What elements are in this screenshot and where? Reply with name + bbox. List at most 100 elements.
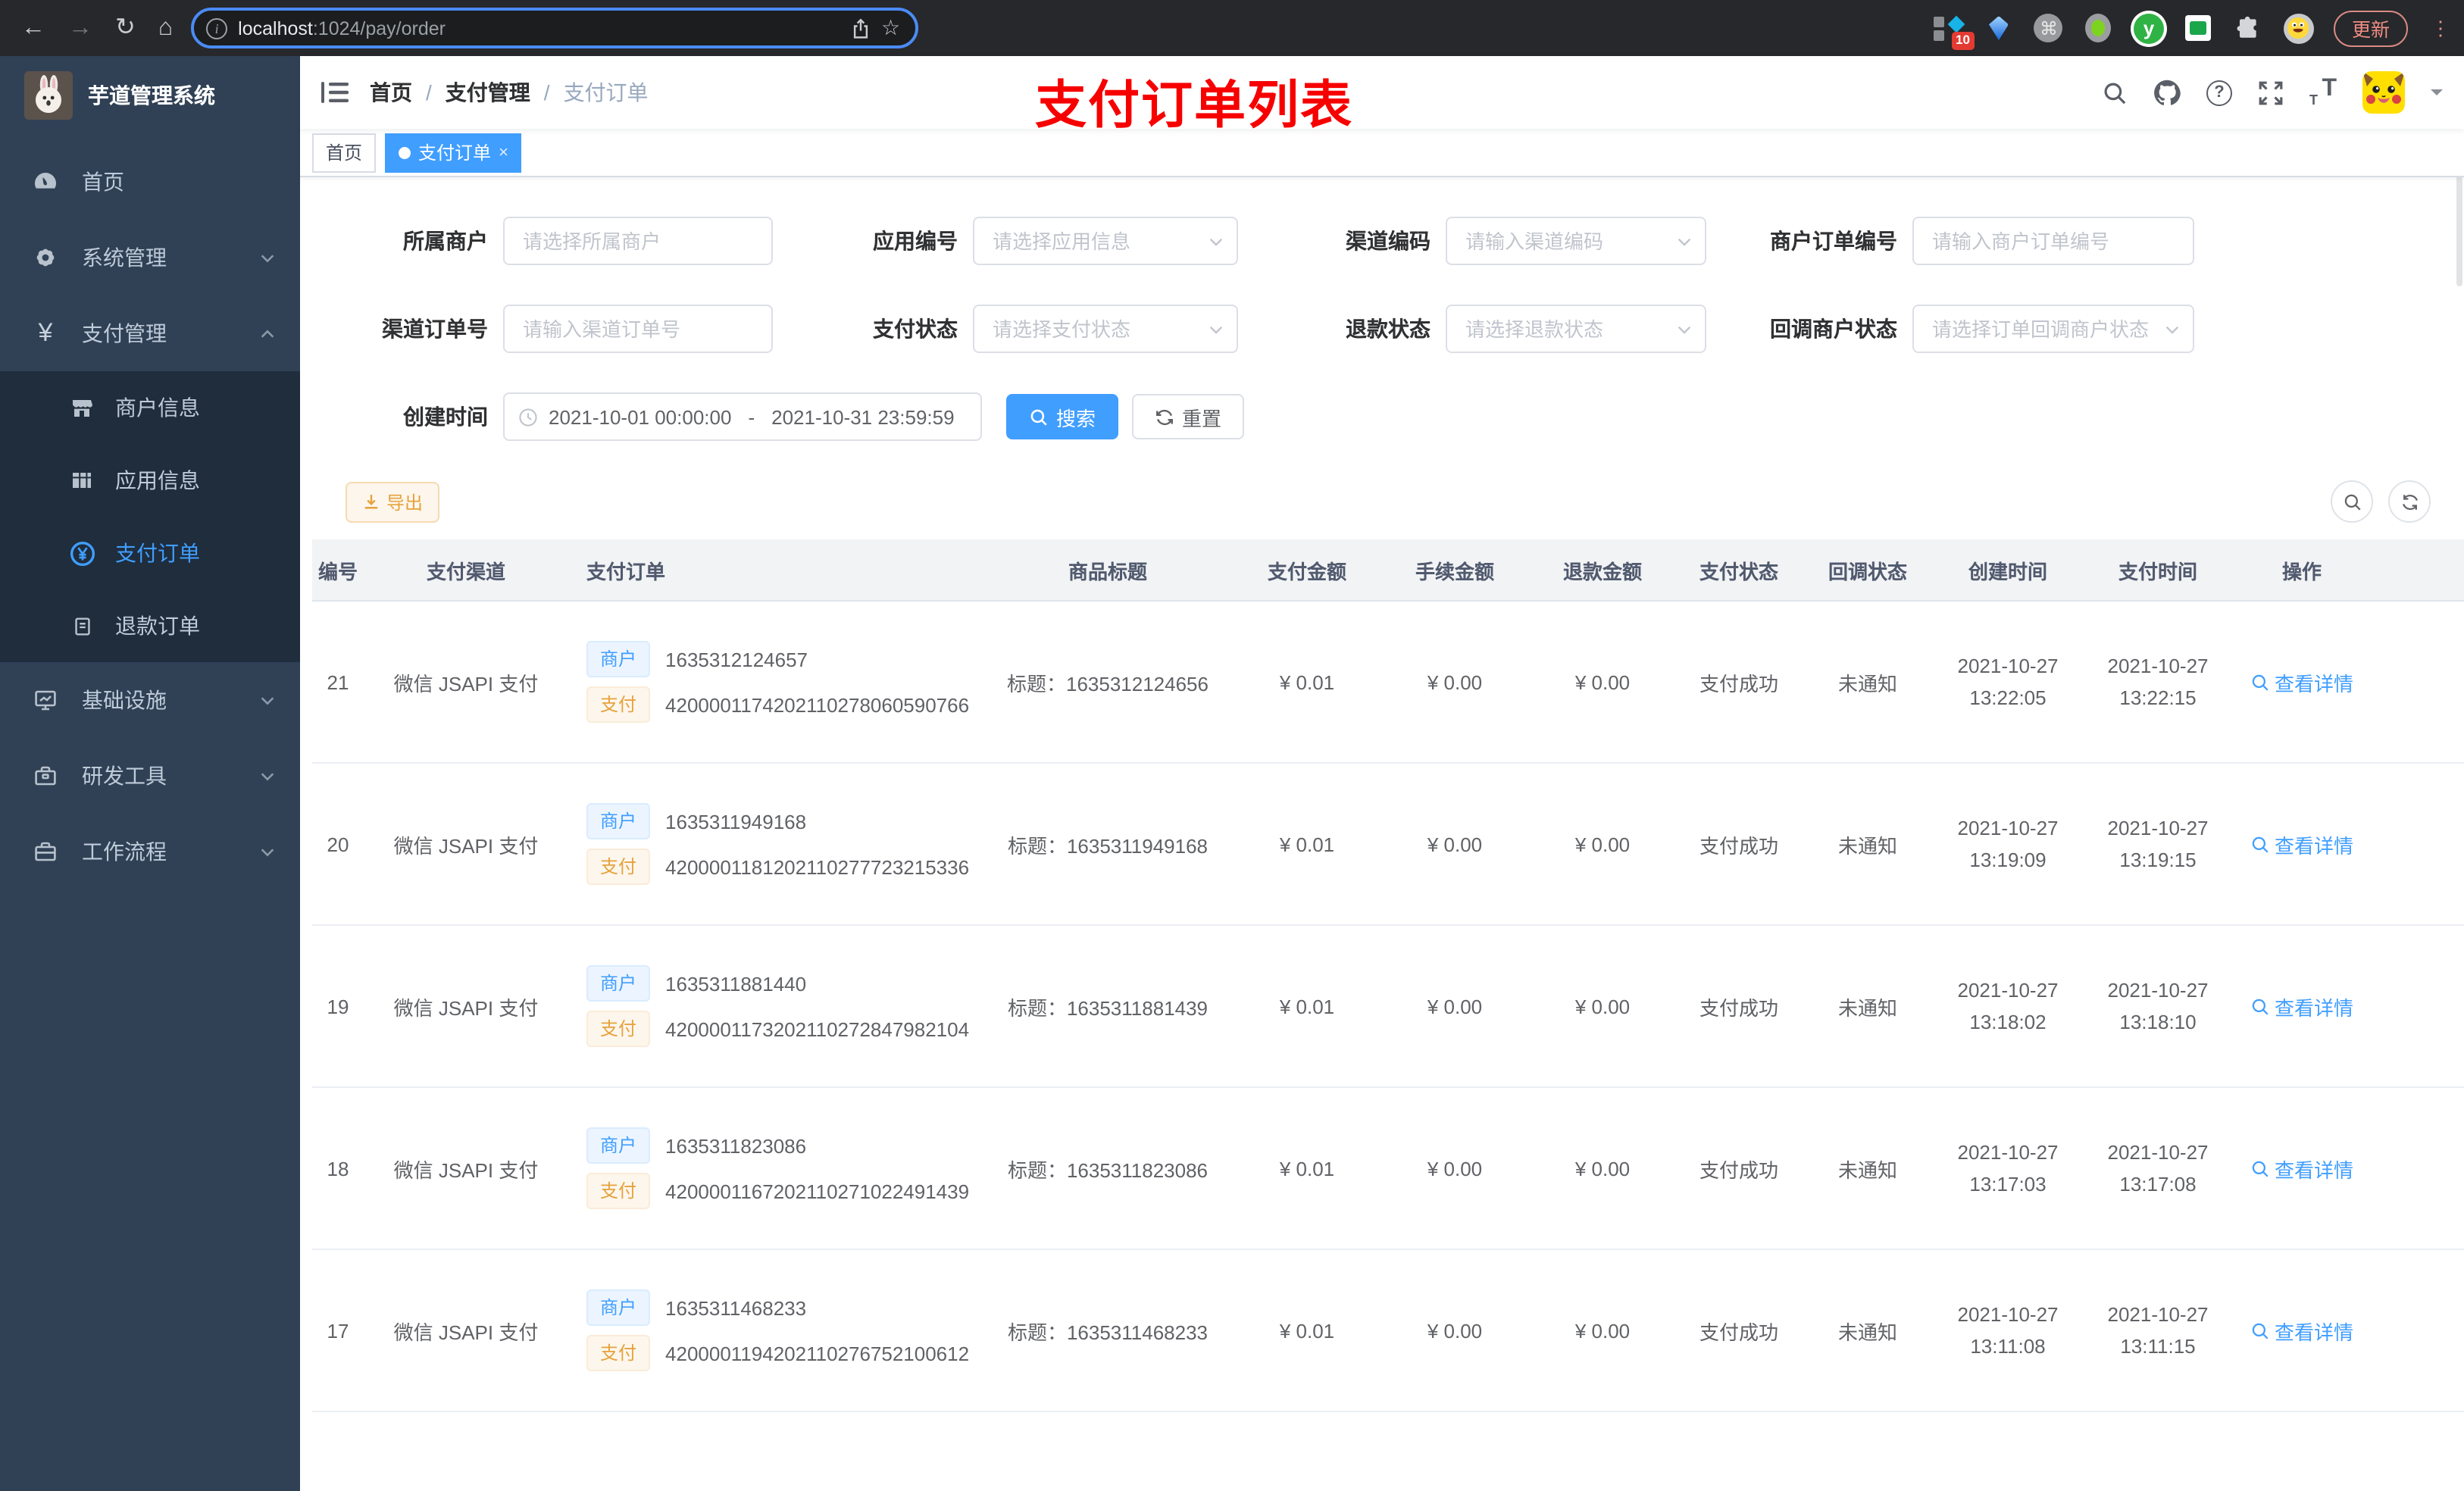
cell-title: 标题：1635312124656 bbox=[1007, 672, 1209, 695]
sidebar-item-system[interactable]: 系统管理 bbox=[0, 220, 300, 295]
table-row: 21 微信 JSAPI 支付 商户 1635312124657 支付 42000… bbox=[312, 602, 2464, 764]
sidebar-item-payment[interactable]: ¥ 支付管理 bbox=[0, 295, 300, 371]
user-avatar[interactable] bbox=[2362, 71, 2405, 114]
font-size-icon[interactable]: TT bbox=[2309, 76, 2337, 108]
view-detail-link[interactable]: 查看详情 bbox=[2250, 992, 2353, 1021]
chat-extension-icon[interactable] bbox=[2184, 13, 2214, 43]
help-icon[interactable]: ? bbox=[2206, 80, 2232, 105]
col-fee: 手续金额 bbox=[1415, 560, 1494, 583]
table-header: 编号 支付渠道 支付订单 商品标题 支付金额 手续金额 退款金额 支付状态 回调… bbox=[312, 539, 2464, 602]
sidebar-item-home[interactable]: 首页 bbox=[0, 144, 300, 220]
merchant-tag: 商户 bbox=[586, 1289, 651, 1326]
sidebar-item-app-info[interactable]: 应用信息 bbox=[0, 444, 300, 517]
orders-table: 编号 支付渠道 支付订单 商品标题 支付金额 手续金额 退款金额 支付状态 回调… bbox=[300, 539, 2464, 1491]
view-detail-link[interactable]: 查看详情 bbox=[2250, 1154, 2353, 1183]
address-bar[interactable]: i localhost:1024/pay/order ☆ bbox=[191, 8, 919, 48]
col-refund: 退款金额 bbox=[1562, 560, 1642, 583]
y-extension-icon[interactable]: y bbox=[2133, 13, 2164, 43]
puzzle-extension-icon[interactable] bbox=[2234, 13, 2264, 43]
page-content: 所属商户 应用编号 渠道编码 商户订单编号 bbox=[300, 177, 2464, 1491]
screenshot-root: ← → ↻ ⌂ i localhost:1024/pay/order ☆ 10 … bbox=[0, 0, 2464, 1491]
breadcrumb-payment[interactable]: 支付管理 bbox=[446, 77, 530, 108]
fullscreen-icon[interactable] bbox=[2258, 80, 2284, 105]
callback-status-select[interactable] bbox=[1912, 305, 2194, 353]
pay-tag: 支付 bbox=[586, 1011, 651, 1047]
cell-create-time: 2021-10-27 13:22:05 bbox=[1957, 655, 2059, 709]
store-icon bbox=[67, 395, 97, 420]
gem-extension-icon[interactable] bbox=[1984, 13, 2014, 43]
sidebar-item-dev-tools[interactable]: 研发工具 bbox=[0, 738, 300, 814]
breadcrumb-home[interactable]: 首页 bbox=[370, 77, 412, 108]
filter-label: 渠道订单号 bbox=[382, 317, 488, 341]
cell-refund: ¥ 0.00 bbox=[1574, 995, 1631, 1017]
sidebar-item-workflow[interactable]: 工作流程 bbox=[0, 814, 300, 889]
table-row: 17 微信 JSAPI 支付 商户 1635311468233 支付 42000… bbox=[312, 1250, 2464, 1412]
merchant-order-no-input[interactable] bbox=[1912, 217, 2194, 265]
cell-actions: 查看详情 bbox=[2232, 830, 2372, 858]
close-tag-icon[interactable]: × bbox=[499, 143, 508, 161]
cell-pay-order: 商户 1635311881440 支付 42000011732021102728… bbox=[568, 956, 980, 1056]
cell-pay-time: 2021-10-27 13:22:15 bbox=[2107, 655, 2209, 709]
export-button[interactable]: 导出 bbox=[346, 481, 440, 522]
cell-pay-status: 支付成功 bbox=[1699, 834, 1778, 857]
avatar-caret-icon[interactable] bbox=[2431, 89, 2443, 102]
payment-submenu: 商户信息 应用信息 支付订单 退款订单 bbox=[0, 371, 300, 662]
chrome-update-button[interactable]: 更新 bbox=[2333, 10, 2408, 46]
command-extension-icon[interactable]: ⌘ bbox=[2034, 13, 2064, 43]
sidebar-item-label: 基础设施 bbox=[82, 688, 167, 712]
view-detail-link[interactable]: 查看详情 bbox=[2250, 1316, 2353, 1345]
browser-menu-icon[interactable]: ⋮ bbox=[2431, 16, 2450, 40]
channel-order-no-input[interactable] bbox=[503, 305, 773, 353]
sidebar-item-label: 系统管理 bbox=[82, 245, 167, 270]
browser-reload-icon[interactable]: ↻ bbox=[115, 15, 136, 40]
sidebar-item-merchant-info[interactable]: 商户信息 bbox=[0, 371, 300, 444]
cell-create-time: 2021-10-27 13:19:09 bbox=[1957, 817, 2059, 871]
table-row: 18 微信 JSAPI 支付 商户 1635311823086 支付 42000… bbox=[312, 1088, 2464, 1250]
cell-actions: 查看详情 bbox=[2232, 1154, 2372, 1183]
sidebar-item-refund-order[interactable]: 退款订单 bbox=[0, 589, 300, 662]
tag-pay-order[interactable]: 支付订单 × bbox=[385, 133, 522, 172]
merchant-order-no: 1635312124657 bbox=[665, 648, 808, 670]
grid-icon bbox=[67, 468, 97, 492]
sidebar-item-pay-order[interactable]: 支付订单 bbox=[0, 517, 300, 589]
view-detail-link[interactable]: 查看详情 bbox=[2250, 830, 2353, 858]
dot-extension-icon[interactable] bbox=[2084, 13, 2114, 43]
sidebar-item-label: 商户信息 bbox=[115, 395, 200, 420]
merchant-order-no: 1635311823086 bbox=[665, 1134, 807, 1157]
sidebar-item-infrastructure[interactable]: 基础设施 bbox=[0, 662, 300, 738]
merchant-tag: 商户 bbox=[586, 803, 651, 839]
merchant-select[interactable] bbox=[503, 217, 773, 265]
site-info-icon[interactable]: i bbox=[206, 17, 228, 39]
github-icon[interactable] bbox=[2153, 79, 2181, 106]
hamburger-icon[interactable] bbox=[300, 80, 370, 105]
browser-forward-icon[interactable]: → bbox=[68, 15, 92, 40]
smiley-extension-icon[interactable] bbox=[2283, 13, 2314, 43]
search-icon[interactable] bbox=[2102, 80, 2128, 105]
table-search-toggle-button[interactable] bbox=[2331, 480, 2373, 523]
pay-status-select[interactable] bbox=[973, 305, 1238, 353]
pay-order-no: 4200001194202110276752100612 bbox=[665, 1342, 970, 1364]
cell-fee: ¥ 0.00 bbox=[1427, 1157, 1483, 1180]
view-detail-link[interactable]: 查看详情 bbox=[2250, 667, 2353, 696]
filter-label: 回调商户状态 bbox=[1770, 317, 1897, 341]
channel-code-select[interactable] bbox=[1446, 217, 1706, 265]
table-refresh-button[interactable] bbox=[2388, 480, 2431, 523]
col-create-time: 创建时间 bbox=[1968, 560, 2047, 583]
tag-home[interactable]: 首页 bbox=[312, 133, 377, 172]
reset-button[interactable]: 重置 bbox=[1132, 394, 1245, 439]
create-time-range-input[interactable]: 2021-10-01 00:00:00 - 2021-10-31 23:59:5… bbox=[503, 392, 982, 441]
app-select[interactable] bbox=[973, 217, 1238, 265]
search-button[interactable]: 搜索 bbox=[1006, 394, 1119, 439]
pay-order-no: 4200001174202110278060590766 bbox=[665, 693, 970, 716]
breadcrumb-current: 支付订单 bbox=[563, 80, 649, 105]
app-title: 芋道管理系统 bbox=[88, 83, 215, 108]
share-icon[interactable] bbox=[849, 17, 871, 39]
browser-back-icon[interactable]: ← bbox=[21, 15, 45, 40]
cell-pay-time: 2021-10-27 13:19:15 bbox=[2107, 817, 2209, 871]
extension-badge-icon[interactable]: 10 bbox=[1933, 13, 1975, 49]
browser-home-icon[interactable]: ⌂ bbox=[158, 15, 173, 40]
bookmark-star-icon[interactable]: ☆ bbox=[881, 15, 900, 41]
filter-label: 创建时间 bbox=[403, 405, 488, 429]
cell-pay-order: 商户 1635311468233 支付 42000011942021102767… bbox=[568, 1280, 980, 1380]
refund-status-select[interactable] bbox=[1446, 305, 1706, 353]
